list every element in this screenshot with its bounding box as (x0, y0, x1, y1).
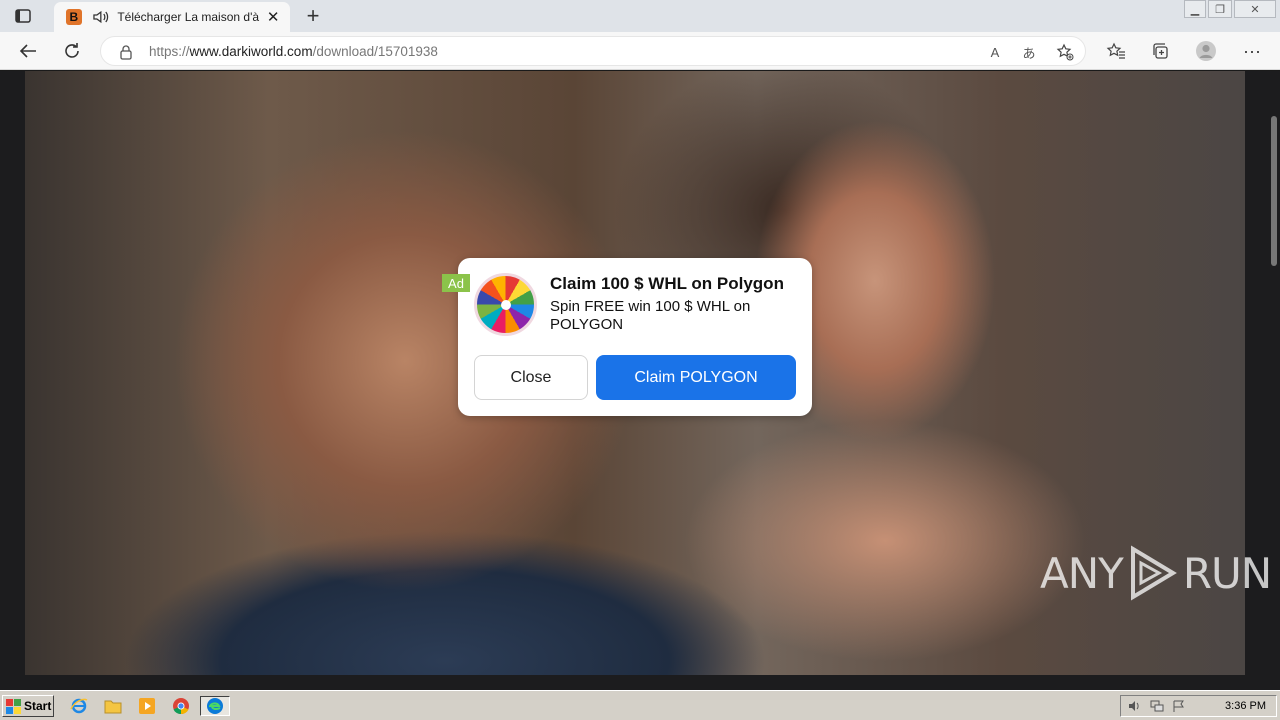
url-text[interactable]: https://www.darkiworld.com/download/1570… (149, 44, 438, 59)
scroll-thumb[interactable] (1271, 116, 1277, 266)
chrome-icon[interactable] (170, 696, 192, 716)
watermark-left-text: ANY (1040, 548, 1124, 598)
speaker-icon[interactable] (92, 9, 110, 25)
ad-close-button[interactable]: Close (474, 355, 588, 400)
taskbar: Start 3:36 PM (0, 690, 1280, 720)
restore-button[interactable]: ❐ (1208, 0, 1232, 18)
wheel-hub (501, 300, 511, 310)
system-tray: 3:36 PM (1120, 695, 1277, 717)
tab-actions-icon[interactable] (12, 7, 34, 25)
more-icon[interactable]: ··· (1238, 37, 1266, 65)
tab-strip: B Télécharger La maison d'à ✕ + ▁ ❐ ✕ (0, 0, 1280, 32)
windows-logo-icon (6, 698, 21, 714)
ad-body: Spin FREE win 100 $ WHL on POLYGON (550, 298, 751, 333)
clock[interactable]: 3:36 PM (1225, 700, 1266, 712)
tab-title: Télécharger La maison d'à (117, 10, 260, 24)
favorites-icon[interactable] (1102, 37, 1130, 65)
play-logo-icon (1130, 545, 1177, 601)
network-icon[interactable] (1149, 699, 1165, 713)
anyrun-watermark: ANY RUN (1040, 545, 1272, 601)
close-window-button[interactable]: ✕ (1234, 0, 1276, 18)
flag-icon[interactable] (1171, 699, 1187, 713)
ie-icon[interactable] (68, 696, 90, 716)
ad-title: Claim 100 $ WHL on Polygon (550, 274, 784, 293)
browser-tab[interactable]: B Télécharger La maison d'à ✕ (54, 2, 290, 32)
volume-icon[interactable] (1127, 699, 1143, 713)
media-player-icon[interactable] (136, 696, 158, 716)
refresh-icon[interactable] (58, 37, 86, 65)
back-icon[interactable] (14, 37, 42, 65)
tab-close-icon[interactable]: ✕ (264, 8, 282, 26)
site-favicon-icon: B (66, 9, 82, 25)
watermark-right-text: RUN (1182, 548, 1272, 598)
browser-toolbar: https://www.darkiworld.com/download/1570… (0, 32, 1280, 70)
address-bar[interactable]: https://www.darkiworld.com/download/1570… (100, 36, 1086, 66)
explorer-icon[interactable] (102, 696, 124, 716)
read-aloud-icon[interactable]: A (985, 42, 1005, 62)
url-scheme: https:// (149, 44, 190, 59)
ad-badge: Ad (442, 274, 470, 292)
minimize-button[interactable]: ▁ (1184, 0, 1206, 18)
translate-icon[interactable]: あ (1019, 42, 1039, 62)
profile-icon[interactable] (1192, 37, 1220, 65)
new-tab-button[interactable]: + (300, 3, 326, 28)
start-button[interactable]: Start (2, 695, 54, 717)
url-host: www.darkiworld.com (189, 44, 313, 59)
lock-icon[interactable] (119, 44, 133, 60)
start-label: Start (24, 699, 52, 713)
add-favorite-icon[interactable] (1055, 42, 1075, 62)
edge-icon[interactable] (200, 696, 230, 716)
ad-claim-button[interactable]: Claim POLYGON (596, 355, 796, 400)
prize-wheel-icon (474, 273, 537, 336)
collections-icon[interactable] (1146, 37, 1174, 65)
url-path: /download/15701938 (312, 44, 438, 59)
